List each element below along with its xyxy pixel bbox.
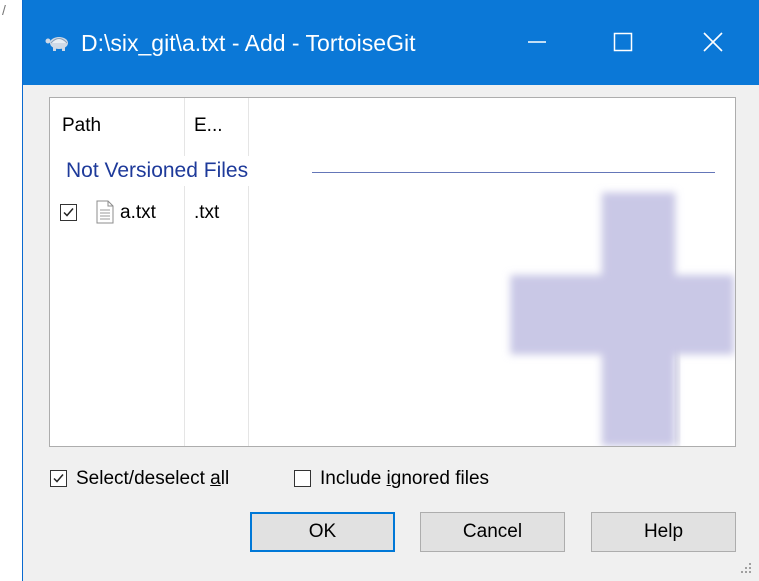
- column-header-path[interactable]: Path: [62, 98, 101, 153]
- include-ignored-label[interactable]: Include ignored files: [320, 467, 489, 491]
- row-checkbox[interactable]: [60, 204, 77, 221]
- minimize-button[interactable]: [507, 14, 567, 70]
- maximize-icon: [613, 32, 633, 52]
- column-divider[interactable]: [248, 98, 249, 446]
- select-all-label[interactable]: Select/deselect all: [76, 467, 229, 491]
- background-glyph: /: [2, 2, 6, 18]
- close-button[interactable]: [683, 14, 743, 70]
- column-header-extension[interactable]: E...: [194, 98, 223, 153]
- resize-grip-icon[interactable]: [737, 559, 753, 575]
- table-row[interactable]: a.txt .txt: [50, 198, 735, 228]
- tortoise-icon: [45, 37, 68, 51]
- file-list[interactable]: Path E... Not Versioned Files a.txt .txt: [49, 97, 736, 447]
- maximize-button[interactable]: [593, 14, 653, 70]
- add-dialog: D:\six_git\a.txt - Add - TortoiseGit Pat…: [22, 0, 759, 581]
- cancel-button[interactable]: Cancel: [420, 512, 565, 552]
- file-extension: .txt: [194, 202, 220, 223]
- file-path: a.txt: [120, 202, 156, 223]
- group-label: Not Versioned Files: [66, 156, 257, 186]
- column-divider[interactable]: [184, 98, 185, 446]
- minimize-icon: [528, 41, 546, 43]
- ok-button[interactable]: OK: [250, 512, 395, 552]
- select-all-checkbox[interactable]: [50, 470, 67, 487]
- group-divider-line: [312, 172, 715, 173]
- file-icon: [96, 200, 114, 224]
- background-window-edge: /: [0, 0, 22, 581]
- list-header: Path E...: [50, 98, 735, 153]
- title-bar[interactable]: D:\six_git\a.txt - Add - TortoiseGit: [23, 0, 759, 85]
- window-title: D:\six_git\a.txt - Add - TortoiseGit: [81, 30, 416, 56]
- checkmark-icon: [53, 474, 64, 483]
- checkmark-icon: [63, 208, 74, 217]
- help-button[interactable]: Help: [591, 512, 736, 552]
- close-icon: [703, 32, 723, 52]
- include-ignored-checkbox[interactable]: [294, 470, 311, 487]
